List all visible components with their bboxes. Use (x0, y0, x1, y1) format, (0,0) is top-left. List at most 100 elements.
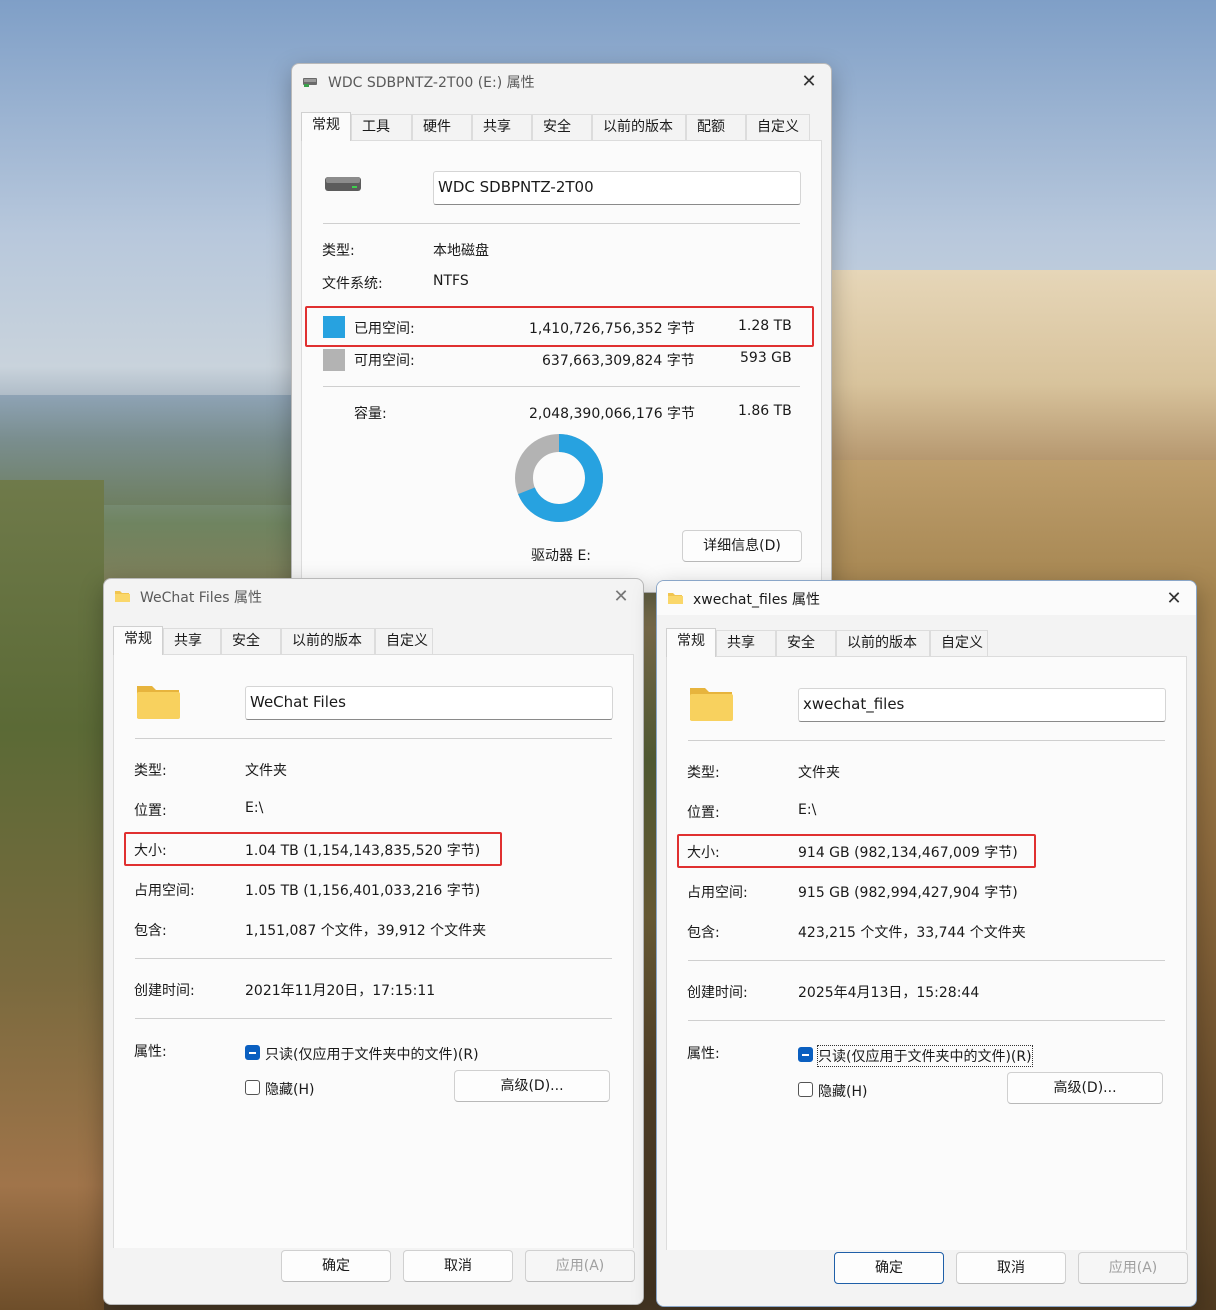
drive-letter-label: 驱动器 E: (531, 548, 592, 564)
tab-customize[interactable]: 自定义 (930, 630, 988, 656)
free-space-label: 可用空间: (354, 353, 415, 369)
size-highlight (677, 834, 1036, 868)
ok-button[interactable]: 确定 (834, 1252, 944, 1284)
readonly-checkbox[interactable] (245, 1045, 260, 1060)
details-button[interactable]: 详细信息(D) (682, 530, 802, 562)
dialog-footer: 确定 取消 应用(A) (104, 1248, 643, 1304)
apply-button[interactable]: 应用(A) (525, 1250, 635, 1282)
hidden-checkbox[interactable] (798, 1082, 813, 1097)
capacity-size: 1.86 TB (738, 403, 792, 419)
tab-previous-versions[interactable]: 以前的版本 (281, 628, 375, 654)
capacity-label: 容量: (354, 406, 387, 422)
general-panel (666, 656, 1187, 1252)
hidden-label[interactable]: 隐藏(H) (818, 1081, 867, 1101)
free-space-size: 593 GB (740, 350, 792, 366)
location-label: 位置: (687, 805, 720, 821)
created-label: 创建时间: (134, 983, 195, 999)
tab-strip: 常规 共享 安全 以前的版本 自定义 (666, 628, 988, 657)
size-on-disk-label: 占用空间: (687, 885, 748, 901)
created-value: 2021年11月20日，17:15:11 (245, 983, 436, 999)
filesystem-value: NTFS (433, 273, 469, 289)
tab-security[interactable]: 安全 (776, 630, 836, 656)
drive-name-input[interactable]: WDC SDBPNTZ-2T00 (433, 171, 801, 205)
tab-previous-versions[interactable]: 以前的版本 (592, 114, 686, 140)
folder-icon (668, 593, 683, 604)
separator (135, 1018, 612, 1019)
free-space-bytes: 637,663,309,824 字节 (542, 353, 695, 369)
close-icon: ✕ (1166, 587, 1182, 609)
close-button[interactable]: ✕ (603, 581, 639, 611)
separator (323, 386, 800, 387)
title-bar[interactable]: WeChat Files 属性 ✕ (104, 579, 643, 613)
separator (688, 960, 1165, 961)
tab-customize[interactable]: 自定义 (746, 114, 810, 140)
readonly-label[interactable]: 只读(仅应用于文件夹中的文件)(R) (265, 1044, 479, 1064)
filesystem-label: 文件系统: (322, 276, 383, 292)
tab-sharing[interactable]: 共享 (163, 628, 221, 654)
close-button[interactable]: ✕ (1156, 583, 1192, 613)
usage-donut-chart (515, 434, 603, 522)
advanced-button[interactable]: 高级(D)... (1007, 1072, 1163, 1104)
contains-label: 包含: (687, 925, 720, 941)
capacity-bytes: 2,048,390,066,176 字节 (529, 406, 696, 422)
type-value: 本地磁盘 (433, 243, 489, 259)
type-label: 类型: (134, 763, 167, 779)
tab-general[interactable]: 常规 (113, 626, 163, 655)
used-space-highlight (305, 306, 814, 347)
separator (135, 738, 612, 739)
tab-sharing[interactable]: 共享 (472, 114, 532, 140)
folder-icon (115, 591, 130, 602)
location-value: E:\ (798, 802, 817, 818)
tab-strip: 常规 工具 硬件 共享 安全 以前的版本 配额 自定义 (301, 112, 810, 141)
xwechat-files-properties-window: xwechat_files 属性 ✕ 常规 共享 安全 以前的版本 自定义 xw… (656, 580, 1197, 1307)
close-icon: ✕ (801, 70, 817, 92)
readonly-checkbox[interactable] (798, 1047, 813, 1062)
type-label: 类型: (322, 243, 355, 259)
title-bar[interactable]: WDC SDBPNTZ-2T00 (E:) 属性 ✕ (292, 64, 831, 98)
tab-security[interactable]: 安全 (532, 114, 592, 140)
tab-customize[interactable]: 自定义 (375, 628, 433, 654)
tab-previous-versions[interactable]: 以前的版本 (836, 630, 930, 656)
tab-sharing[interactable]: 共享 (716, 630, 776, 656)
cancel-button[interactable]: 取消 (956, 1252, 1066, 1284)
separator (688, 740, 1165, 741)
tab-general[interactable]: 常规 (666, 628, 716, 657)
apply-button[interactable]: 应用(A) (1078, 1252, 1188, 1284)
cancel-button[interactable]: 取消 (403, 1250, 513, 1282)
ok-button[interactable]: 确定 (281, 1250, 391, 1282)
close-icon: ✕ (613, 585, 629, 607)
drive-icon (303, 78, 317, 87)
size-highlight (124, 832, 502, 866)
tab-general[interactable]: 常规 (301, 112, 351, 141)
hidden-checkbox[interactable] (245, 1080, 260, 1095)
type-label: 类型: (687, 765, 720, 781)
tab-tools[interactable]: 工具 (351, 114, 412, 140)
separator (688, 1020, 1165, 1021)
hidden-label[interactable]: 隐藏(H) (265, 1079, 314, 1099)
created-label: 创建时间: (687, 985, 748, 1001)
background-building (832, 270, 1216, 460)
general-panel (113, 654, 634, 1250)
wechat-files-properties-window: WeChat Files 属性 ✕ 常规 共享 安全 以前的版本 自定义 WeC… (103, 578, 644, 1305)
folder-name-input[interactable]: xwechat_files (798, 688, 1166, 722)
dialog-footer: 确定 取消 应用(A) (657, 1250, 1196, 1306)
window-title: WDC SDBPNTZ-2T00 (E:) 属性 (328, 75, 535, 91)
location-value: E:\ (245, 800, 264, 816)
hard-drive-icon (325, 177, 361, 191)
advanced-button[interactable]: 高级(D)... (454, 1070, 610, 1102)
contains-value: 1,151,087 个文件，39,912 个文件夹 (245, 923, 487, 939)
tab-security[interactable]: 安全 (221, 628, 281, 654)
type-value: 文件夹 (798, 765, 840, 781)
contains-label: 包含: (134, 923, 167, 939)
close-button[interactable]: ✕ (791, 66, 827, 96)
folder-name-input[interactable]: WeChat Files (245, 686, 613, 720)
attributes-label: 属性: (134, 1044, 167, 1060)
size-on-disk-label: 占用空间: (134, 883, 195, 899)
tab-hardware[interactable]: 硬件 (412, 114, 472, 140)
tab-quota[interactable]: 配额 (686, 114, 746, 140)
readonly-label[interactable]: 只读(仅应用于文件夹中的文件)(R) (817, 1045, 1033, 1067)
drive-properties-window: WDC SDBPNTZ-2T00 (E:) 属性 ✕ 常规 工具 硬件 共享 安… (291, 63, 832, 593)
contains-value: 423,215 个文件，33,744 个文件夹 (798, 925, 1026, 941)
type-value: 文件夹 (245, 763, 287, 779)
title-bar[interactable]: xwechat_files 属性 ✕ (657, 581, 1196, 615)
